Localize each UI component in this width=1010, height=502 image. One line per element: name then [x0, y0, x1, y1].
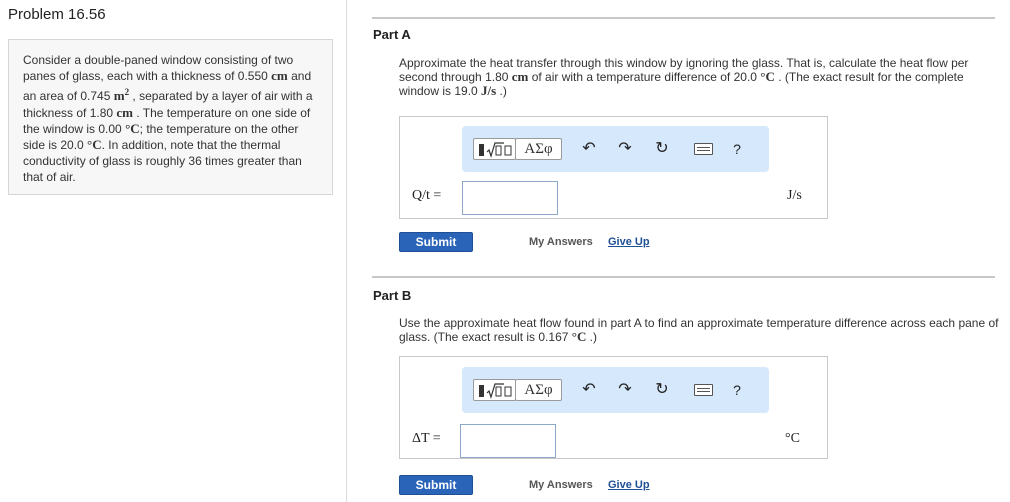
problem-statement-panel: Consider a double-paned window consistin… [8, 39, 333, 195]
undo-icon[interactable]: ↶ [580, 138, 598, 160]
templates-icon [479, 142, 512, 158]
part-a-answer-label: Q/t = [412, 188, 442, 203]
part-b-question: Use the approximate heat flow found in p… [399, 316, 999, 344]
templates-button[interactable] [473, 379, 516, 401]
unit-symbol: °C [571, 329, 587, 345]
part-a-give-up-link[interactable]: Give Up [608, 236, 650, 248]
unit-symbol: cm [271, 68, 288, 84]
unit-symbol: m [113, 88, 125, 104]
part-b-math-toolbar: ΑΣφ ↶ ↷ ↻ ? [462, 367, 769, 413]
part-b-submit-button[interactable]: Submit [399, 475, 473, 495]
part-a-answer-input[interactable] [462, 181, 558, 215]
templates-icon [479, 383, 512, 399]
text-segment: .) [496, 84, 507, 99]
text-segment: .) [586, 330, 598, 345]
redo-icon[interactable]: ↷ [616, 379, 634, 401]
text-segment: of air with a temperature difference of … [528, 70, 761, 85]
help-icon[interactable]: ? [730, 379, 744, 401]
keyboard-icon[interactable] [694, 143, 713, 155]
undo-icon[interactable]: ↶ [580, 379, 598, 401]
part-b-answer-label: ΔT = [412, 431, 441, 446]
unit-symbol: cm [116, 104, 133, 120]
part-a-submit-button[interactable]: Submit [399, 232, 473, 252]
problem-title: Problem 16.56 [8, 6, 106, 23]
text-segment: Consider a double-paned window consistin… [23, 53, 294, 84]
part-a-unit: J/s [787, 188, 802, 203]
unit-symbol: °C [760, 69, 775, 85]
unit-symbol: °C [125, 120, 140, 136]
problem-statement-text: Consider a double-paned window consistin… [23, 52, 323, 186]
part-b-title: Part B [373, 288, 412, 303]
part-b-my-answers-link[interactable]: My Answers [529, 479, 593, 491]
part-a-math-toolbar: ΑΣφ ↶ ↷ ↻ ? [462, 126, 769, 172]
reset-icon[interactable]: ↻ [652, 138, 672, 160]
part-b-answer-box: ΑΣφ ↶ ↷ ↻ ? ΔT = °C [399, 356, 828, 459]
column-divider [346, 0, 347, 502]
greek-symbols-button[interactable]: ΑΣφ [515, 138, 562, 160]
part-a-my-answers-link[interactable]: My Answers [529, 236, 593, 248]
part-b-divider [372, 276, 995, 278]
part-a-answer-box: ΑΣφ ↶ ↷ ↻ ? Q/t = J/s [399, 116, 828, 219]
unit-symbol: J/s [481, 83, 497, 99]
part-b-answer-input[interactable] [460, 424, 556, 458]
part-b-unit: °C [785, 431, 800, 446]
part-a-question: Approximate the heat transfer through th… [399, 56, 999, 99]
help-icon[interactable]: ? [730, 138, 744, 160]
text-segment: Use the approximate heat flow found in p… [399, 316, 999, 345]
part-b-give-up-link[interactable]: Give Up [608, 479, 650, 491]
part-a-title: Part A [373, 27, 411, 42]
part-a-divider [372, 17, 995, 19]
templates-button[interactable] [473, 138, 516, 160]
unit-symbol: °C [87, 137, 102, 153]
greek-symbols-button[interactable]: ΑΣφ [515, 379, 562, 401]
reset-icon[interactable]: ↻ [652, 379, 672, 401]
redo-icon[interactable]: ↷ [616, 138, 634, 160]
unit-symbol: cm [511, 69, 529, 85]
keyboard-icon[interactable] [694, 384, 713, 396]
